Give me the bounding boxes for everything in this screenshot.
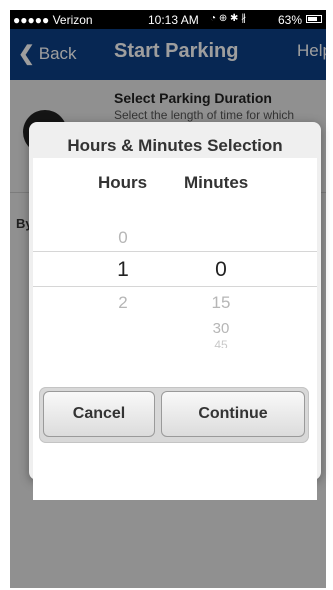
minutes-wheel[interactable]: 0 15 30 45 xyxy=(191,158,251,500)
dialog-button-bar: Cancel Continue xyxy=(39,387,309,443)
continue-button[interactable]: Continue xyxy=(161,391,305,437)
hours-selected-option[interactable]: 1 xyxy=(93,258,153,282)
minutes-option[interactable]: 45 xyxy=(191,338,251,348)
cancel-button[interactable]: Cancel xyxy=(43,391,155,437)
carrier-signal: ●●●●● Verizon xyxy=(13,13,93,27)
duration-picker: Hours Minutes 0 1 2 0 15 30 45 xyxy=(33,158,317,500)
system-status-icons: ◔ ⊕ ✱ ∦ xyxy=(210,13,247,24)
minutes-option[interactable]: 15 xyxy=(191,293,251,313)
minutes-selected-option[interactable]: 0 xyxy=(191,258,251,282)
hours-option[interactable]: 0 xyxy=(93,228,153,248)
hours-minutes-dialog: Hours & Minutes Selection Hours Minutes … xyxy=(29,122,321,500)
status-bar: ●●●●● Verizon 10:13 AM ◔ ⊕ ✱ ∦ 63% xyxy=(10,10,326,29)
selection-line-top xyxy=(33,251,317,252)
battery-percent: 63% xyxy=(277,13,302,27)
status-time: 10:13 AM xyxy=(148,13,199,27)
hours-wheel[interactable]: 0 1 2 xyxy=(93,158,153,500)
minutes-option[interactable]: 30 xyxy=(191,320,251,337)
dialog-title: Hours & Minutes Selection xyxy=(67,136,283,155)
hours-option[interactable]: 2 xyxy=(93,293,153,313)
battery-icon xyxy=(306,15,322,23)
selection-line-bottom xyxy=(33,286,317,287)
